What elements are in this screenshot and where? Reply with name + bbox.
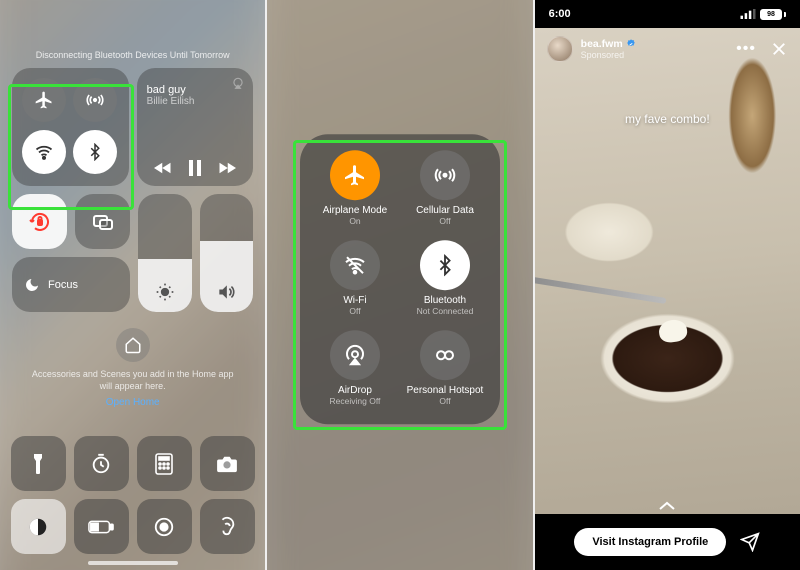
dark-mode-button[interactable] (11, 499, 66, 554)
speaker-icon (216, 282, 236, 302)
homekit-module: Accessories and Scenes you add in the Ho… (12, 328, 253, 410)
cellular-toggle[interactable] (73, 78, 117, 122)
moon-icon (24, 277, 40, 293)
timer-icon (90, 453, 112, 475)
orientation-lock-toggle[interactable] (12, 194, 67, 249)
music-module[interactable]: bad guy Billie Eilish (137, 68, 254, 186)
status-message: Disconnecting Bluetooth Devices Until To… (12, 50, 253, 60)
screen-record-button[interactable] (137, 499, 192, 554)
volume-slider[interactable] (200, 194, 254, 312)
lock-rotation-icon (28, 210, 52, 234)
story-username[interactable]: bea.fwm (581, 38, 636, 50)
mirroring-icon (91, 210, 115, 234)
story-caption: my fave combo! (535, 112, 800, 126)
connectivity-module[interactable] (12, 68, 129, 186)
focus-button[interactable]: Focus (12, 257, 130, 312)
calculator-icon (155, 453, 173, 475)
instagram-story-pane: 6:00 98 bea.fwm (535, 0, 800, 570)
airplane-icon (34, 90, 54, 110)
bluetooth-icon (434, 254, 456, 276)
dark-mode-icon (27, 516, 49, 538)
cta-button[interactable]: Visit Instagram Profile (574, 528, 726, 556)
battery-icon (88, 520, 114, 534)
more-button[interactable]: ••• (736, 40, 756, 58)
record-icon (153, 516, 175, 538)
send-icon (740, 532, 760, 552)
rewind-button[interactable] (154, 161, 172, 175)
timer-button[interactable] (74, 436, 129, 491)
connectivity-panel: Airplane Mode On Cellular Data Off Wi-Fi… (300, 134, 500, 424)
verified-icon (626, 39, 636, 49)
connectivity-expanded-pane: Airplane Mode On Cellular Data Off Wi-Fi… (267, 0, 532, 570)
airdrop-item[interactable]: AirDrop Receiving Off (310, 330, 400, 406)
home-icon (116, 328, 150, 362)
airplane-icon (343, 163, 367, 187)
signal-icon (740, 9, 756, 19)
focus-label: Focus (48, 279, 78, 291)
screen-mirroring-button[interactable] (75, 194, 130, 249)
share-button[interactable] (740, 532, 760, 552)
airdrop-icon (343, 343, 367, 367)
flashlight-button[interactable] (11, 436, 66, 491)
bluetooth-icon (86, 143, 104, 161)
airplane-mode-item[interactable]: Airplane Mode On (310, 150, 400, 226)
bluetooth-toggle[interactable] (73, 130, 117, 174)
control-center-pane: Disconnecting Bluetooth Devices Until To… (0, 0, 265, 570)
story-image[interactable] (535, 28, 800, 514)
flashlight-icon (29, 453, 47, 475)
chevron-up-icon (657, 500, 677, 512)
antenna-icon (433, 163, 457, 187)
wifi-icon (34, 142, 54, 162)
low-power-button[interactable] (74, 499, 129, 554)
hotspot-icon (433, 343, 457, 367)
status-bar: 6:00 98 (535, 0, 800, 28)
close-icon (770, 40, 788, 58)
antenna-icon (85, 90, 105, 110)
swipe-up-indicator[interactable] (657, 500, 677, 512)
wifi-item[interactable]: Wi-Fi Off (310, 240, 400, 316)
open-home-link[interactable]: Open Home (106, 397, 160, 408)
camera-icon (216, 455, 238, 473)
pause-button[interactable] (188, 160, 202, 176)
ear-icon (217, 516, 237, 538)
sponsored-label: Sponsored (581, 50, 636, 60)
wifi-off-icon (343, 253, 367, 277)
forward-button[interactable] (218, 161, 236, 175)
battery-indicator: 98 (760, 9, 786, 20)
home-indicator[interactable] (88, 561, 178, 565)
sun-icon (155, 282, 175, 302)
brightness-slider[interactable] (138, 194, 192, 312)
cellular-data-item[interactable]: Cellular Data Off (400, 150, 490, 226)
now-playing-title: bad guy (147, 84, 244, 96)
wifi-toggle[interactable] (22, 130, 66, 174)
close-button[interactable] (770, 40, 788, 58)
hearing-button[interactable] (200, 499, 255, 554)
hotspot-item[interactable]: Personal Hotspot Off (400, 330, 490, 406)
clock: 6:00 (549, 8, 571, 20)
now-playing-artist: Billie Eilish (147, 96, 244, 107)
airplay-icon[interactable] (231, 76, 245, 90)
airplane-mode-toggle[interactable] (22, 78, 66, 122)
homekit-text: Accessories and Scenes you add in the Ho… (30, 368, 235, 392)
avatar[interactable] (547, 36, 573, 62)
camera-button[interactable] (200, 436, 255, 491)
calculator-button[interactable] (137, 436, 192, 491)
bluetooth-item[interactable]: Bluetooth Not Connected (400, 240, 490, 316)
